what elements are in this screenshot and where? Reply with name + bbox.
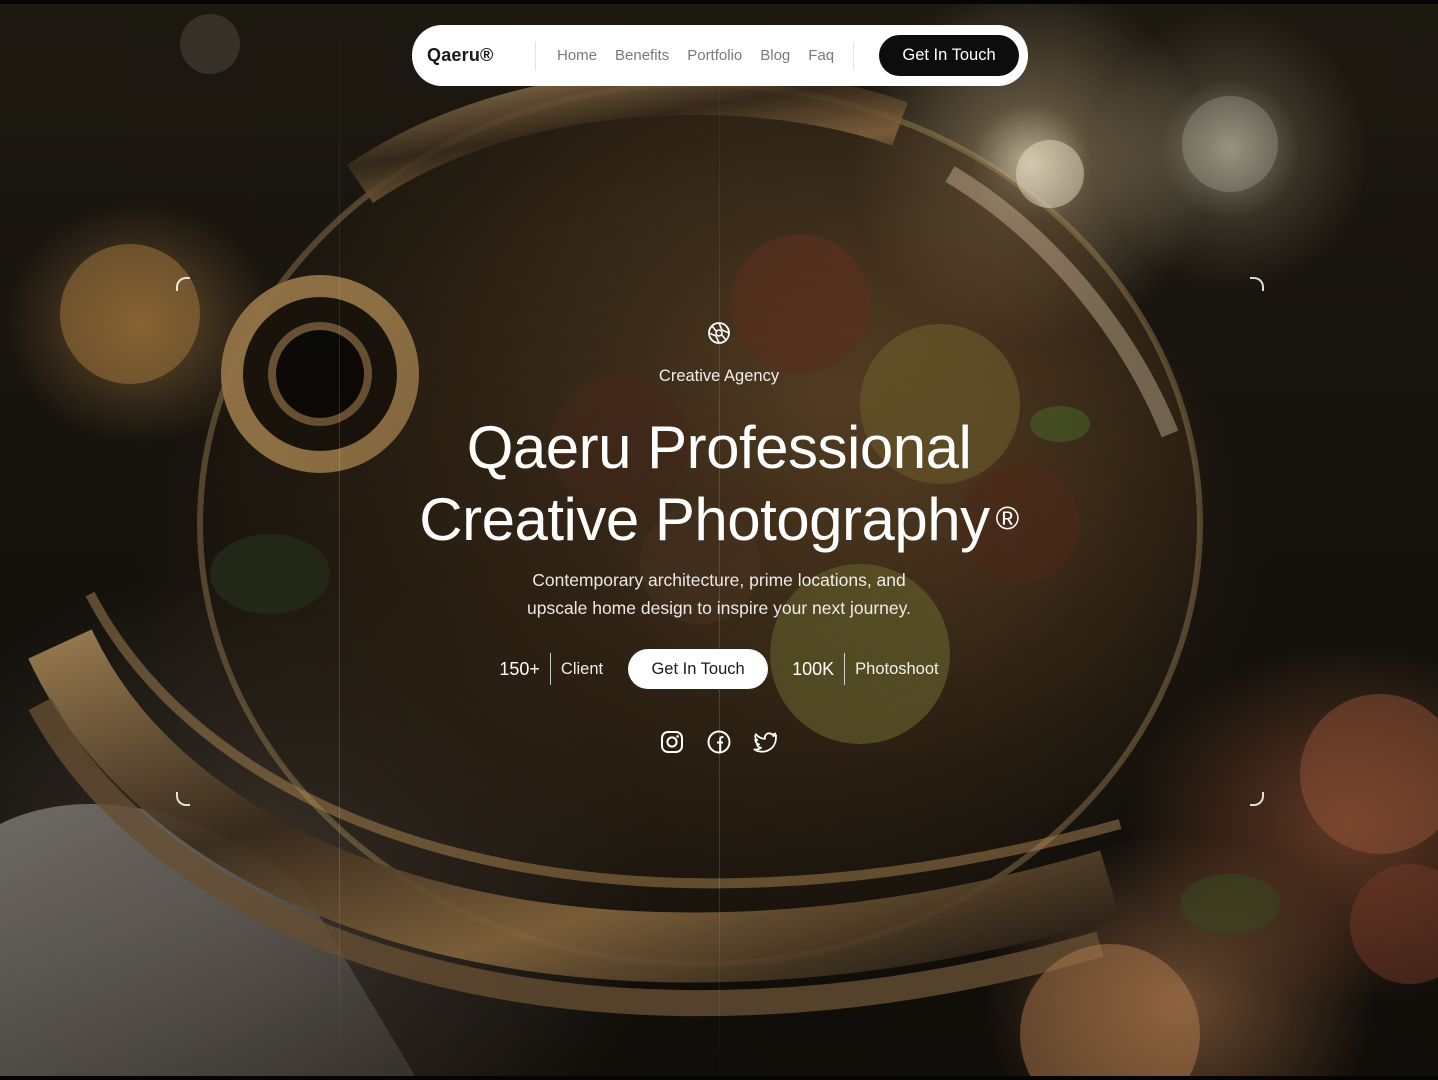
frame-corner-top-left (176, 277, 190, 291)
stat-label: Client (560, 659, 604, 678)
subtitle-line-1: Contemporary architecture, prime locatio… (532, 570, 906, 590)
nav-divider-right (853, 41, 855, 70)
stat-separator (844, 653, 846, 685)
registered-mark: ® (995, 500, 1020, 536)
subtitle-line-2: upscale home design to inspire your next… (527, 598, 911, 618)
twitter-icon[interactable] (753, 729, 779, 755)
headline-line-2: Creative Photography ® (0, 484, 1438, 556)
stat-separator (549, 653, 551, 685)
nav-link-faq[interactable]: Faq (799, 47, 843, 64)
brand-logo[interactable]: Qaeru® (427, 45, 535, 66)
hero-get-in-touch-button[interactable]: Get In Touch (628, 649, 769, 689)
aperture-icon (707, 321, 731, 345)
facebook-icon[interactable] (706, 729, 732, 755)
stat-label: Photoshoot (855, 659, 939, 678)
hero-headline: Qaeru Professional Creative Photography ® (0, 412, 1438, 556)
hero-eyebrow: Creative Agency (658, 367, 780, 385)
hero-stats-row: 150+ Client Get In Touch 100K Photoshoot (0, 649, 1438, 689)
stat-value: 150+ (499, 658, 540, 679)
top-navbar: Qaeru® Home Benefits Portfolio Blog Faq … (412, 25, 1028, 86)
headline-line-1: Qaeru Professional (466, 414, 972, 481)
nav-link-home[interactable]: Home (548, 47, 606, 64)
headline-line-2-text: Creative Photography (419, 486, 990, 553)
nav-link-portfolio[interactable]: Portfolio (678, 47, 751, 64)
stat-value: 100K (792, 658, 835, 679)
nav-get-in-touch-button[interactable]: Get In Touch (879, 35, 1019, 76)
nav-link-blog[interactable]: Blog (751, 47, 799, 64)
social-links (0, 729, 1438, 755)
nav-links: Home Benefits Portfolio Blog Faq (536, 47, 853, 64)
stat-clients: 150+ Client (499, 649, 603, 689)
instagram-icon[interactable] (659, 729, 685, 755)
stat-photoshoots: 100K Photoshoot (792, 649, 939, 689)
nav-link-benefits[interactable]: Benefits (606, 47, 678, 64)
hero-subtitle: Contemporary architecture, prime locatio… (469, 566, 969, 622)
